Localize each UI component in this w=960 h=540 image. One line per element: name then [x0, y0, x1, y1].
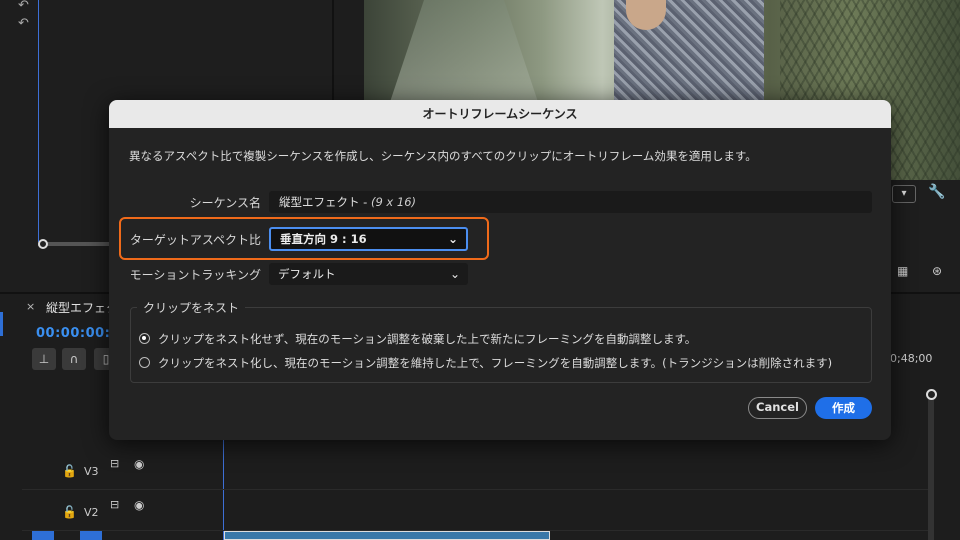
timeline-vertical-scrollbar[interactable]	[928, 395, 934, 540]
timeline-clip[interactable]	[224, 531, 550, 540]
source-patch-v1[interactable]	[32, 531, 54, 540]
film-icon[interactable]: ⊟	[110, 457, 119, 470]
close-tab-icon[interactable]: ×	[26, 300, 35, 313]
chevron-down-icon: ⌄	[449, 267, 460, 281]
target-aspect-label: ターゲットアスペクト比	[129, 233, 261, 247]
eye-icon[interactable]: ◉	[134, 457, 144, 471]
undo-icon[interactable]: ↶	[18, 0, 34, 12]
track-target-v1[interactable]	[80, 531, 102, 540]
auto-reframe-dialog: オートリフレームシーケンス 異なるアスペクト比で複製シーケンスを作成し、シーケン…	[109, 100, 891, 440]
nest-clips-legend: クリップをネスト	[137, 299, 246, 316]
radio-button[interactable]	[139, 357, 150, 368]
track-row-v3	[22, 450, 932, 490]
lock-icon-v2[interactable]: 🔓	[62, 505, 77, 519]
nest-option-label: クリップをネスト化し、現在のモーション調整を維持した上で、フレーミングを自動調整…	[158, 356, 833, 370]
ruler-time-label: 0;48;00	[890, 352, 933, 365]
panel-focus-indicator	[0, 312, 3, 336]
sequence-name-label: シーケンス名	[189, 196, 261, 210]
snap-magnet-icon[interactable]: ∩	[62, 348, 86, 370]
resolution-dropdown[interactable]: ▾	[892, 185, 916, 203]
nest-tool-icon[interactable]: ⊥	[32, 348, 56, 370]
lock-icon[interactable]: 🔓	[62, 464, 77, 478]
nest-option-label: クリップをネスト化せず、現在のモーション調整を破棄した上で新たにフレーミングを自…	[158, 332, 697, 346]
sequence-name-value: 縦型エフェクト -	[279, 195, 371, 209]
radio-button-checked[interactable]	[139, 333, 150, 344]
safe-margins-icon[interactable]: ▦	[897, 264, 908, 278]
nest-option-no-nest[interactable]: クリップをネスト化せず、現在のモーション調整を破棄した上で新たにフレーミングを自…	[139, 331, 696, 347]
wrench-icon[interactable]: 🔧	[928, 184, 945, 200]
timeline-scroll-knob[interactable]	[926, 389, 937, 400]
sequence-name-suffix: (9 x 16)	[370, 195, 417, 209]
undo-icon-2[interactable]: ↶	[18, 17, 34, 30]
track-name-v2: V2	[84, 506, 99, 519]
film-icon-v2[interactable]: ⊟	[110, 498, 119, 511]
target-aspect-select[interactable]: 垂直方向 9 : 16 ⌄	[269, 227, 468, 251]
eye-icon-v2[interactable]: ◉	[134, 498, 144, 512]
motion-tracking-label: モーショントラッキング	[129, 268, 261, 282]
track-name-v3: V3	[84, 465, 99, 478]
sequence-name-input[interactable]: 縦型エフェクト - (9 x 16)	[269, 191, 872, 213]
target-aspect-value: 垂直方向 9 : 16	[280, 232, 367, 246]
timeline-tab-title[interactable]: 縦型エフェク	[46, 299, 118, 316]
cancel-button[interactable]: Cancel	[748, 397, 807, 419]
chevron-down-icon: ⌄	[447, 232, 458, 246]
dialog-title: オートリフレームシーケンス	[109, 100, 891, 128]
track-row-v2	[22, 491, 932, 531]
history-scrub-knob[interactable]	[38, 239, 48, 249]
overlay-icon[interactable]: ⊛	[932, 264, 942, 278]
motion-tracking-select[interactable]: デフォルト ⌄	[269, 263, 468, 285]
nest-option-nest[interactable]: クリップをネスト化し、現在のモーション調整を維持した上で、フレーミングを自動調整…	[139, 355, 832, 371]
motion-tracking-value: デフォルト	[278, 267, 336, 281]
history-playhead-line	[38, 0, 39, 242]
dialog-description: 異なるアスペクト比で複製シーケンスを作成し、シーケンス内のすべてのクリップにオー…	[129, 149, 757, 163]
create-button[interactable]: 作成	[815, 397, 872, 419]
